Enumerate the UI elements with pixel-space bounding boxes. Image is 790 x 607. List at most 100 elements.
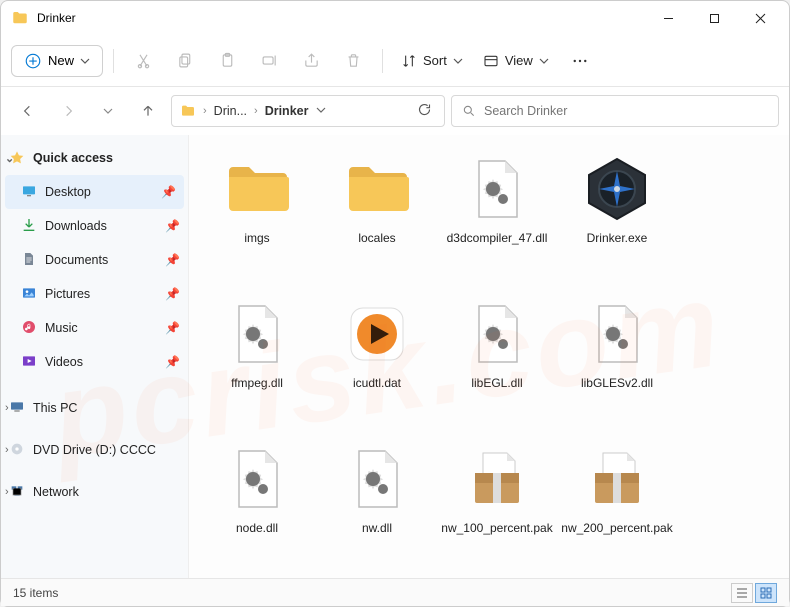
separator bbox=[382, 49, 383, 73]
thispc-icon bbox=[9, 399, 25, 418]
search-icon bbox=[462, 104, 476, 118]
close-button[interactable] bbox=[737, 2, 783, 34]
file-item[interactable]: d3dcompiler_47.dll bbox=[437, 149, 557, 294]
file-item[interactable]: nw.dll bbox=[317, 439, 437, 578]
file-item[interactable]: nw_100_percent.pak bbox=[437, 439, 557, 578]
sidebar-item-pictures[interactable]: Pictures📌 bbox=[1, 277, 188, 311]
copy-button[interactable] bbox=[166, 43, 204, 79]
sidebar-item-label: Videos bbox=[45, 355, 83, 369]
chevron-down-icon bbox=[539, 56, 549, 66]
chevron-down-icon bbox=[453, 56, 463, 66]
share-button[interactable] bbox=[292, 43, 330, 79]
file-label: libGLESv2.dll bbox=[581, 376, 653, 391]
file-item[interactable]: locales bbox=[317, 149, 437, 294]
chevron-right-icon: › bbox=[5, 444, 9, 456]
sidebar-item-thispc[interactable]: ›This PC bbox=[1, 391, 188, 425]
file-item[interactable]: node.dll bbox=[197, 439, 317, 578]
maximize-button[interactable] bbox=[691, 2, 737, 34]
file-label: d3dcompiler_47.dll bbox=[447, 231, 548, 246]
breadcrumb[interactable]: › Drin... › Drinker bbox=[171, 95, 445, 127]
file-icon bbox=[461, 298, 533, 370]
sidebar-item-label: Documents bbox=[45, 253, 108, 267]
details-view-toggle[interactable] bbox=[731, 583, 753, 603]
file-label: icudtl.dat bbox=[353, 376, 401, 391]
forward-button[interactable] bbox=[51, 94, 85, 128]
pin-icon: 📌 bbox=[165, 219, 180, 233]
videos-icon bbox=[21, 353, 37, 372]
sidebar: ⌄ Quick access Desktop📌Downloads📌Documen… bbox=[1, 135, 189, 578]
separator bbox=[113, 49, 114, 73]
file-icon bbox=[581, 153, 653, 225]
sidebar-item-dvd[interactable]: › DVD Drive (D:) CCCC bbox=[1, 433, 188, 467]
breadcrumb-segment[interactable]: Drinker bbox=[265, 104, 309, 118]
file-item[interactable]: icudtl.dat bbox=[317, 294, 437, 439]
pictures-icon bbox=[21, 285, 37, 304]
view-toggles bbox=[731, 583, 777, 603]
titlebar: Drinker bbox=[1, 1, 789, 35]
file-icon bbox=[221, 443, 293, 515]
search-input[interactable] bbox=[484, 104, 768, 118]
paste-button[interactable] bbox=[208, 43, 246, 79]
pin-icon: 📌 bbox=[165, 355, 180, 369]
file-item[interactable]: nw_200_percent.pak bbox=[557, 439, 677, 578]
file-label: nw_200_percent.pak bbox=[561, 521, 672, 536]
file-item[interactable]: libEGL.dll bbox=[437, 294, 557, 439]
network-icon bbox=[9, 483, 25, 502]
delete-button[interactable] bbox=[334, 43, 372, 79]
downloads-icon bbox=[21, 217, 37, 236]
pin-icon: 📌 bbox=[161, 185, 176, 199]
sidebar-item-label: DVD Drive (D:) CCCC bbox=[33, 443, 156, 457]
back-button[interactable] bbox=[11, 94, 45, 128]
sidebar-item-downloads[interactable]: Downloads📌 bbox=[1, 209, 188, 243]
sidebar-item-music[interactable]: Music📌 bbox=[1, 311, 188, 345]
chevron-right-icon: › bbox=[251, 105, 261, 117]
sidebar-item-label: Pictures bbox=[45, 287, 90, 301]
file-item[interactable]: Drinker.exe bbox=[557, 149, 677, 294]
sidebar-item-label: Quick access bbox=[33, 151, 113, 165]
sidebar-item-documents[interactable]: Documents 📌 bbox=[1, 243, 188, 277]
file-icon bbox=[581, 298, 653, 370]
file-item[interactable]: imgs bbox=[197, 149, 317, 294]
up-button[interactable] bbox=[131, 94, 165, 128]
refresh-button[interactable] bbox=[417, 102, 436, 120]
file-label: nw_100_percent.pak bbox=[441, 521, 552, 536]
file-icon bbox=[341, 298, 413, 370]
recent-button[interactable] bbox=[91, 94, 125, 128]
view-button[interactable]: View bbox=[475, 53, 557, 69]
file-item[interactable]: ffmpeg.dll bbox=[197, 294, 317, 439]
chevron-right-icon: › bbox=[200, 105, 210, 117]
sidebar-item-videos[interactable]: Videos 📌 bbox=[1, 345, 188, 379]
sidebar-quick-access[interactable]: ⌄ Quick access bbox=[1, 141, 188, 175]
pin-icon: 📌 bbox=[165, 321, 180, 335]
file-item[interactable]: libGLESv2.dll bbox=[557, 294, 677, 439]
file-label: locales bbox=[358, 231, 395, 246]
more-button[interactable] bbox=[561, 43, 599, 79]
chevron-down-icon bbox=[80, 56, 90, 66]
sidebar-item-network[interactable]: ›Network bbox=[1, 475, 188, 509]
file-icon bbox=[221, 153, 293, 225]
rename-button[interactable] bbox=[250, 43, 288, 79]
breadcrumb-dropdown[interactable] bbox=[312, 104, 330, 118]
minimize-button[interactable] bbox=[645, 2, 691, 34]
documents-icon bbox=[21, 251, 37, 270]
icons-view-toggle[interactable] bbox=[755, 583, 777, 603]
breadcrumb-segment[interactable]: Drin... bbox=[214, 104, 247, 118]
music-icon bbox=[21, 319, 37, 338]
search-box[interactable] bbox=[451, 95, 779, 127]
view-icon bbox=[483, 53, 499, 69]
file-label: ffmpeg.dll bbox=[231, 376, 283, 391]
sidebar-item-desktop[interactable]: Desktop 📌 bbox=[5, 175, 184, 209]
cut-button[interactable] bbox=[124, 43, 162, 79]
file-grid: imgs locales d3dcompiler_47.dll Drinker.exe… bbox=[189, 135, 789, 578]
dvd-icon bbox=[9, 441, 25, 460]
sidebar-item-label: Desktop bbox=[45, 185, 91, 199]
sort-button[interactable]: Sort bbox=[393, 53, 471, 69]
nav-row: › Drin... › Drinker bbox=[1, 87, 789, 135]
file-label: imgs bbox=[244, 231, 269, 246]
view-label: View bbox=[505, 53, 533, 68]
file-icon bbox=[341, 443, 413, 515]
pin-icon: 📌 bbox=[165, 253, 180, 267]
sidebar-item-label: Network bbox=[33, 485, 79, 499]
new-button[interactable]: New bbox=[11, 45, 103, 77]
item-count: 15 items bbox=[13, 586, 58, 600]
